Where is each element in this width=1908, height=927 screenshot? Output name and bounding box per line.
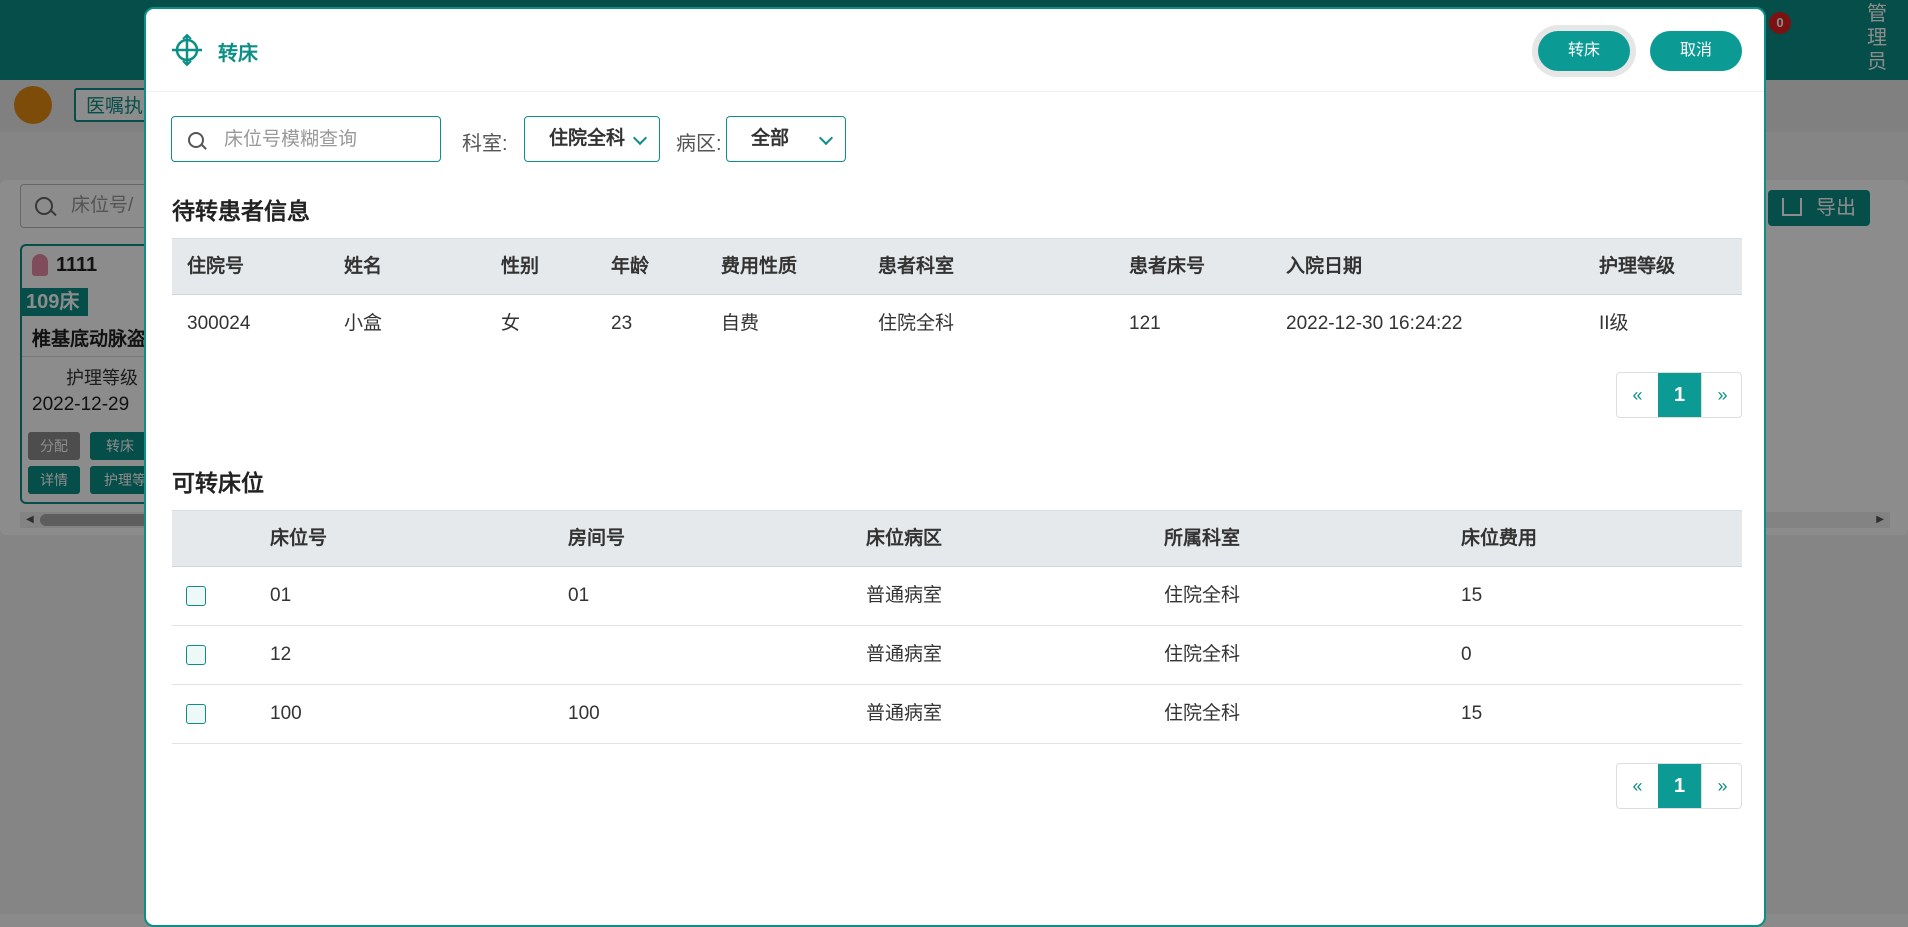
column-header: 费用性质 [721, 256, 798, 277]
bed-dept: 住院全科 [1164, 703, 1241, 724]
bed-dept: 住院全科 [1164, 585, 1241, 606]
bed-search-input[interactable] [222, 117, 436, 163]
room-no: 100 [568, 703, 600, 724]
next-page-button[interactable]: » [1701, 373, 1743, 417]
column-header: 姓名 [344, 256, 383, 277]
patient-bed: 121 [1129, 313, 1161, 334]
column-header: 患者床号 [1129, 256, 1206, 277]
column-header: 性别 [501, 256, 540, 277]
beds-pagination: « 1 » [1616, 763, 1742, 809]
admission-date: 2022-12-30 16:24:22 [1286, 313, 1463, 334]
pending-patient-title: 待转患者信息 [172, 198, 310, 224]
patient-name: 小盒 [344, 313, 383, 334]
column-header: 所属科室 [1164, 528, 1241, 549]
transfer-bed-dialog: 转床 转床 取消 科室: 住院全科 病区: 全部 待转患者信息 住院号 姓名 性… [144, 7, 1766, 927]
confirm-transfer-button[interactable]: 转床 [1538, 31, 1630, 71]
table-header: 住院号 姓名 性别 年龄 费用性质 患者科室 患者床号 入院日期 护理等级 [172, 238, 1742, 295]
patient-age: 23 [611, 313, 633, 334]
search-icon [188, 132, 204, 148]
bed-fee: 15 [1461, 585, 1483, 606]
table-row[interactable]: 01 01 普通病室 住院全科 15 [172, 567, 1742, 626]
bed-ward: 普通病室 [866, 644, 943, 665]
column-header: 床位费用 [1461, 528, 1538, 549]
table-row[interactable]: 300024 小盒 女 23 自费 住院全科 121 2022-12-30 16… [172, 295, 1742, 354]
patient-dept: 住院全科 [878, 313, 955, 334]
column-header: 床位号 [270, 528, 328, 549]
nursing-level: II级 [1599, 313, 1629, 334]
pending-patient-table: 住院号 姓名 性别 年龄 费用性质 患者科室 患者床号 入院日期 护理等级 30… [172, 238, 1742, 354]
dept-select-value: 住院全科 [549, 128, 626, 149]
room-no: 01 [568, 585, 590, 606]
row-checkbox[interactable] [186, 586, 206, 606]
dept-label: 科室: [462, 133, 508, 155]
bed-fuzzy-search[interactable] [171, 116, 441, 163]
ward-select-value: 全部 [751, 128, 790, 149]
column-header: 年龄 [611, 256, 650, 277]
bed-dept: 住院全科 [1164, 644, 1241, 665]
bed-fee: 0 [1461, 644, 1472, 665]
column-header: 房间号 [568, 528, 626, 549]
patient-sex: 女 [501, 313, 521, 334]
bed-fee: 15 [1461, 703, 1483, 724]
page-1-button[interactable]: 1 [1658, 764, 1701, 808]
column-header: 护理等级 [1599, 256, 1676, 277]
row-checkbox[interactable] [186, 645, 206, 665]
table-row[interactable]: 100 100 普通病室 住院全科 15 [172, 685, 1742, 744]
ward-select[interactable]: 全部 [726, 116, 846, 162]
bed-ward: 普通病室 [866, 703, 943, 724]
column-header: 患者科室 [878, 256, 955, 277]
inpatient-no: 300024 [187, 313, 251, 334]
bed-no: 12 [270, 644, 292, 665]
transfer-icon [172, 33, 202, 67]
dialog-header: 转床 转床 取消 [146, 9, 1764, 92]
dept-select[interactable]: 住院全科 [524, 116, 660, 162]
pending-pagination: « 1 » [1616, 372, 1742, 418]
fee-type: 自费 [721, 313, 760, 334]
bed-no: 100 [270, 703, 302, 724]
prev-page-button[interactable]: « [1617, 764, 1658, 808]
column-header: 住院号 [187, 256, 245, 277]
available-beds-title: 可转床位 [172, 470, 264, 496]
chevron-down-icon [818, 130, 834, 146]
available-beds-table: 床位号 房间号 床位病区 所属科室 床位费用 01 01 普通病室 住院全科 1… [172, 510, 1742, 744]
next-page-button[interactable]: » [1701, 764, 1743, 808]
column-header: 入院日期 [1286, 256, 1363, 277]
table-row[interactable]: 12 普通病室 住院全科 0 [172, 626, 1742, 685]
table-header: 床位号 房间号 床位病区 所属科室 床位费用 [172, 510, 1742, 567]
chevron-down-icon [632, 130, 648, 146]
bed-no: 01 [270, 585, 292, 606]
ward-label: 病区: [676, 133, 722, 155]
cancel-button[interactable]: 取消 [1650, 31, 1742, 71]
column-header: 床位病区 [866, 528, 943, 549]
prev-page-button[interactable]: « [1617, 373, 1658, 417]
page-1-button[interactable]: 1 [1658, 373, 1701, 417]
row-checkbox[interactable] [186, 704, 206, 724]
bed-ward: 普通病室 [866, 585, 943, 606]
dialog-title: 转床 [218, 43, 258, 65]
